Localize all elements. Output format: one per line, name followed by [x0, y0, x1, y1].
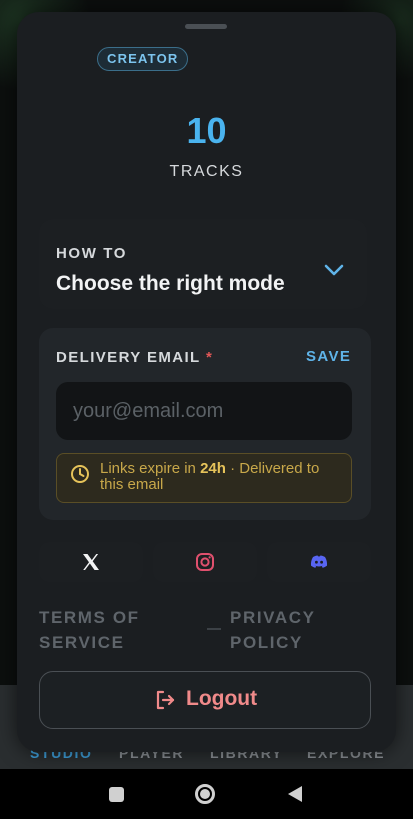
creator-badge: CREATOR	[97, 47, 189, 71]
how-to-kicker: HOW TO	[56, 245, 127, 262]
tracks-count-label: TRACKS	[169, 163, 244, 180]
terms-of-service-link[interactable]: TERMS OF SERVICE	[39, 605, 140, 655]
logout-icon	[156, 690, 175, 710]
sheet-drag-handle[interactable]	[185, 24, 227, 29]
save-button[interactable]: SAVE	[306, 348, 351, 365]
logout-button[interactable]: Logout	[39, 671, 371, 729]
terms-line-2: SERVICE	[39, 633, 125, 652]
link-expiry-notice: Links expire in 24h · Delivered to this …	[56, 453, 352, 503]
logout-label: Logout	[186, 687, 258, 710]
home-button[interactable]	[195, 784, 215, 804]
clock-icon	[71, 465, 89, 483]
how-to-title: Choose the right mode	[56, 272, 285, 295]
notice-duration: 24h	[200, 460, 226, 477]
delivery-email-label-text: DELIVERY EMAIL	[56, 349, 201, 366]
recents-button[interactable]	[109, 787, 124, 802]
email-field[interactable]	[56, 382, 352, 440]
notice-text: Links expire in 24h · Delivered to this …	[100, 461, 340, 493]
delivery-email-label: DELIVERY EMAIL *	[56, 349, 213, 366]
how-to-accordion[interactable]: HOW TO Choose the right mode	[39, 219, 367, 309]
discord-button[interactable]	[267, 542, 371, 582]
bottom-sheet: CREATOR 10 TRACKS HOW TO Choose the righ…	[17, 12, 396, 752]
discord-icon	[310, 555, 328, 568]
instagram-button[interactable]	[153, 542, 257, 582]
links-divider	[207, 628, 221, 630]
notice-prefix: Links expire in	[100, 460, 201, 477]
required-mark: *	[205, 349, 214, 366]
privacy-policy-link[interactable]: PRIVACY POLICY	[230, 605, 316, 655]
x-button[interactable]	[39, 542, 143, 582]
privacy-line-2: POLICY	[230, 633, 303, 652]
instagram-icon	[196, 553, 214, 571]
back-button[interactable]	[286, 784, 304, 804]
tracks-count: 10	[186, 110, 227, 151]
x-icon	[83, 554, 99, 570]
delivery-email-card: DELIVERY EMAIL * SAVE Links expire in 24…	[39, 328, 371, 520]
terms-line-1: TERMS OF	[39, 608, 140, 627]
privacy-line-1: PRIVACY	[230, 608, 316, 627]
chevron-down-icon[interactable]	[323, 259, 345, 281]
